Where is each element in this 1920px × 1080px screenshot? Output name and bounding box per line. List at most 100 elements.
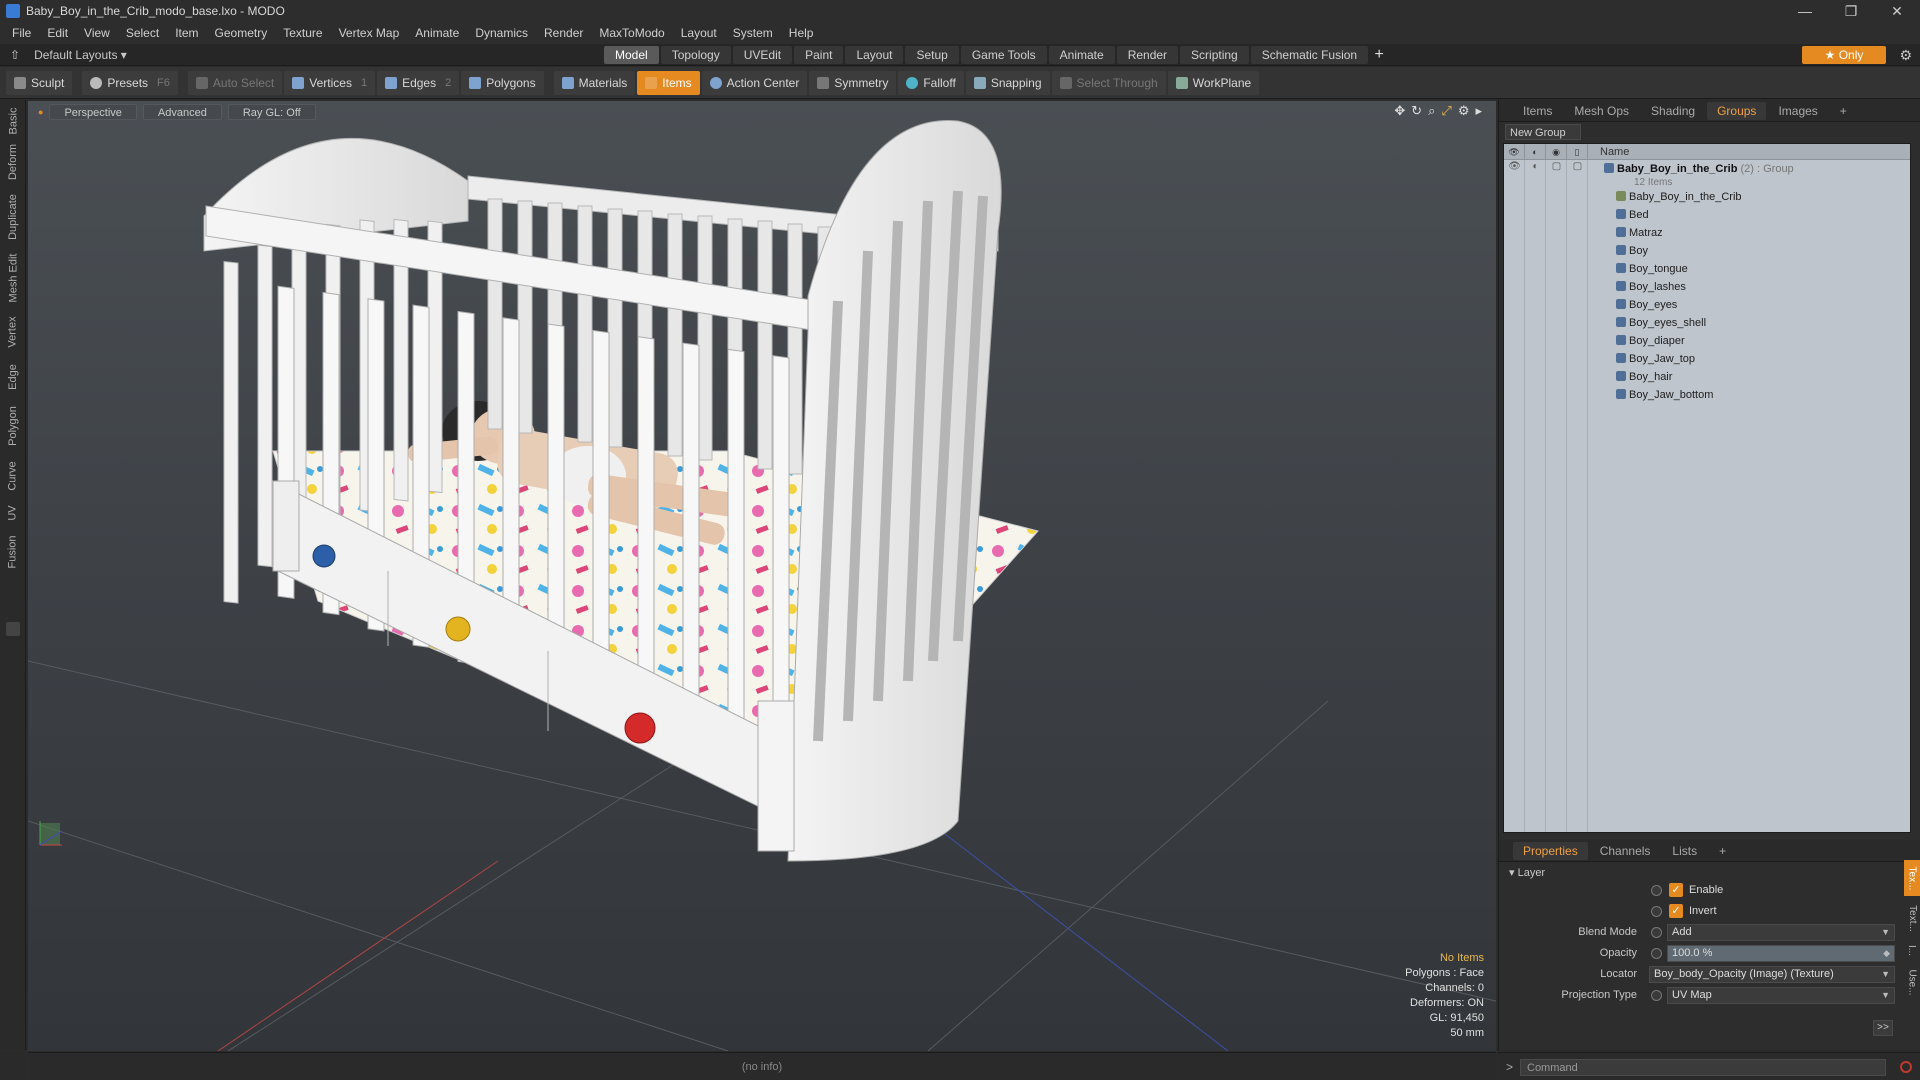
tree-item-row[interactable]: Baby_Boy_in_the_Crib bbox=[1504, 188, 1910, 206]
side-tab-text[interactable]: Text... bbox=[1904, 900, 1920, 936]
enable-anim-dot[interactable] bbox=[1651, 885, 1662, 896]
snapping-button[interactable]: Snapping bbox=[965, 70, 1050, 95]
tree-item-row[interactable]: Boy bbox=[1504, 242, 1910, 260]
projection-type-select[interactable]: UV Map ▼ bbox=[1667, 987, 1895, 1004]
polygons-button[interactable]: Polygons bbox=[461, 70, 544, 95]
blend-mode-select[interactable]: Add ▼ bbox=[1667, 924, 1895, 941]
perspective-button[interactable]: Perspective bbox=[49, 104, 137, 120]
tab-images[interactable]: Images bbox=[1768, 102, 1827, 120]
tab-items[interactable]: Items bbox=[1513, 102, 1562, 120]
symmetry-button[interactable]: Symmetry bbox=[809, 70, 897, 95]
restore-button[interactable]: ❐ bbox=[1828, 0, 1874, 22]
tab-mesh-ops[interactable]: Mesh Ops bbox=[1564, 102, 1639, 120]
enable-checkbox[interactable]: ✓ bbox=[1669, 883, 1683, 897]
tree-item-row[interactable]: Boy_diaper bbox=[1504, 332, 1910, 350]
tab-properties[interactable]: Properties bbox=[1513, 841, 1588, 860]
tab-game-tools[interactable]: Game Tools bbox=[960, 46, 1047, 64]
tree-group-row[interactable]: Baby_Boy_in_the_Crib (2) : Group 12 Item… bbox=[1504, 160, 1910, 188]
vtab-vertex[interactable]: Vertex bbox=[0, 310, 26, 354]
tree-item-row[interactable]: Boy_lashes bbox=[1504, 278, 1910, 296]
rotate-icon[interactable]: ↻ bbox=[1411, 103, 1422, 119]
record-macro-icon[interactable] bbox=[1900, 1061, 1912, 1073]
tab-paint[interactable]: Paint bbox=[794, 46, 844, 64]
vtab-uv[interactable]: UV bbox=[0, 500, 26, 526]
viewport-settings-icon[interactable]: ⚙ bbox=[1458, 103, 1470, 119]
tree-item-row[interactable]: Bed bbox=[1504, 206, 1910, 224]
pan-icon[interactable]: ✥ bbox=[1394, 103, 1405, 119]
opacity-anim-dot[interactable] bbox=[1651, 948, 1662, 959]
action-center-button[interactable]: Action Center bbox=[701, 70, 808, 95]
command-input[interactable] bbox=[1520, 1059, 1886, 1076]
projection-anim-dot[interactable] bbox=[1651, 990, 1662, 1001]
tab-topology[interactable]: Topology bbox=[660, 46, 731, 64]
tab-render[interactable]: Render bbox=[1116, 46, 1179, 64]
auto-select-button[interactable]: Auto Select bbox=[187, 70, 283, 95]
menu-animate[interactable]: Animate bbox=[407, 22, 467, 44]
tab-lists[interactable]: Lists bbox=[1662, 842, 1707, 860]
vertices-button[interactable]: Vertices 1 bbox=[284, 70, 376, 95]
name-column-header[interactable]: Name bbox=[1588, 144, 1629, 159]
menu-maxtomodo[interactable]: MaxToModo bbox=[591, 22, 672, 44]
menu-dynamics[interactable]: Dynamics bbox=[467, 22, 536, 44]
menu-select[interactable]: Select bbox=[118, 22, 167, 44]
side-tab-texture[interactable]: Tex... bbox=[1904, 860, 1920, 896]
tab-model[interactable]: Model bbox=[604, 46, 659, 64]
menu-system[interactable]: System bbox=[725, 22, 781, 44]
ray-gl-button[interactable]: Ray GL: Off bbox=[227, 104, 316, 120]
side-tab-use[interactable]: Use... bbox=[1904, 964, 1920, 1000]
invert-anim-dot[interactable] bbox=[1651, 906, 1662, 917]
menu-geometry[interactable]: Geometry bbox=[207, 22, 276, 44]
menu-vertex-map[interactable]: Vertex Map bbox=[331, 22, 408, 44]
menu-layout[interactable]: Layout bbox=[673, 22, 725, 44]
slider-handle-icon[interactable]: ◆ bbox=[1883, 946, 1890, 961]
tree-item-row[interactable]: Boy_tongue bbox=[1504, 260, 1910, 278]
invert-checkbox[interactable]: ✓ bbox=[1669, 904, 1683, 918]
tree-item-row[interactable]: Matraz bbox=[1504, 224, 1910, 242]
minimize-button[interactable]: — bbox=[1782, 0, 1828, 22]
menu-texture[interactable]: Texture bbox=[275, 22, 330, 44]
layout-switch-icon[interactable]: ⇧ bbox=[10, 44, 20, 66]
add-properties-tab-icon[interactable]: + bbox=[1709, 842, 1736, 860]
vtab-polygon[interactable]: Polygon bbox=[0, 400, 26, 452]
edges-button[interactable]: Edges 2 bbox=[377, 70, 460, 95]
presets-button[interactable]: Presets F6 bbox=[82, 70, 178, 95]
scene-render[interactable] bbox=[28, 101, 1496, 1051]
new-group-button[interactable]: New Group bbox=[1505, 124, 1581, 140]
tab-shading[interactable]: Shading bbox=[1641, 102, 1705, 120]
tree-item-row[interactable]: Boy_Jaw_bottom bbox=[1504, 386, 1910, 404]
materials-button[interactable]: Materials bbox=[553, 70, 636, 95]
lock-col-icon[interactable]: ◉ bbox=[1546, 144, 1567, 159]
menu-help[interactable]: Help bbox=[781, 22, 822, 44]
tree-item-row[interactable]: Boy_hair bbox=[1504, 368, 1910, 386]
advanced-button[interactable]: Advanced bbox=[142, 104, 222, 120]
vtab-edge[interactable]: Edge bbox=[0, 358, 26, 396]
select-col-icon[interactable]: ▯ bbox=[1567, 144, 1588, 159]
tab-groups[interactable]: Groups bbox=[1707, 101, 1767, 120]
3d-viewport[interactable]: ● Perspective Advanced Ray GL: Off ✥ ↻ ⌕… bbox=[28, 101, 1496, 1051]
tab-animate[interactable]: Animate bbox=[1048, 46, 1115, 64]
select-through-button[interactable]: Select Through bbox=[1051, 70, 1166, 95]
more-properties-button[interactable]: >> bbox=[1873, 1020, 1893, 1036]
tab-setup[interactable]: Setup bbox=[905, 46, 959, 64]
render-col-icon[interactable]: ◐ bbox=[1525, 144, 1546, 159]
tab-schematic-fusion[interactable]: Schematic Fusion bbox=[1250, 46, 1369, 64]
blend-mode-anim-dot[interactable] bbox=[1651, 927, 1662, 938]
menu-render[interactable]: Render bbox=[536, 22, 591, 44]
layer-section-header[interactable]: ▾ Layer bbox=[1509, 866, 1545, 879]
only-toggle-button[interactable]: ★ Only bbox=[1802, 46, 1886, 64]
add-panel-tab-icon[interactable]: + bbox=[1830, 102, 1857, 120]
gear-icon[interactable]: ⚙ bbox=[1899, 44, 1912, 66]
add-tab-icon[interactable]: + bbox=[1370, 46, 1388, 64]
default-layouts-dropdown[interactable]: Default Layouts ▾ bbox=[34, 44, 127, 66]
tab-uvedit[interactable]: UVEdit bbox=[732, 46, 793, 64]
tab-channels[interactable]: Channels bbox=[1590, 842, 1661, 860]
vtab-duplicate[interactable]: Duplicate bbox=[0, 188, 26, 246]
tree-item-row[interactable]: Boy_eyes_shell bbox=[1504, 314, 1910, 332]
vtab-deform[interactable]: Deform bbox=[0, 140, 26, 184]
close-button[interactable]: ✕ bbox=[1874, 0, 1920, 22]
items-button[interactable]: Items bbox=[637, 70, 700, 95]
tab-scripting[interactable]: Scripting bbox=[1180, 46, 1249, 64]
tree-item-row[interactable]: Boy_eyes bbox=[1504, 296, 1910, 314]
vtab-curve[interactable]: Curve bbox=[0, 456, 26, 496]
falloff-button[interactable]: Falloff bbox=[898, 70, 964, 95]
